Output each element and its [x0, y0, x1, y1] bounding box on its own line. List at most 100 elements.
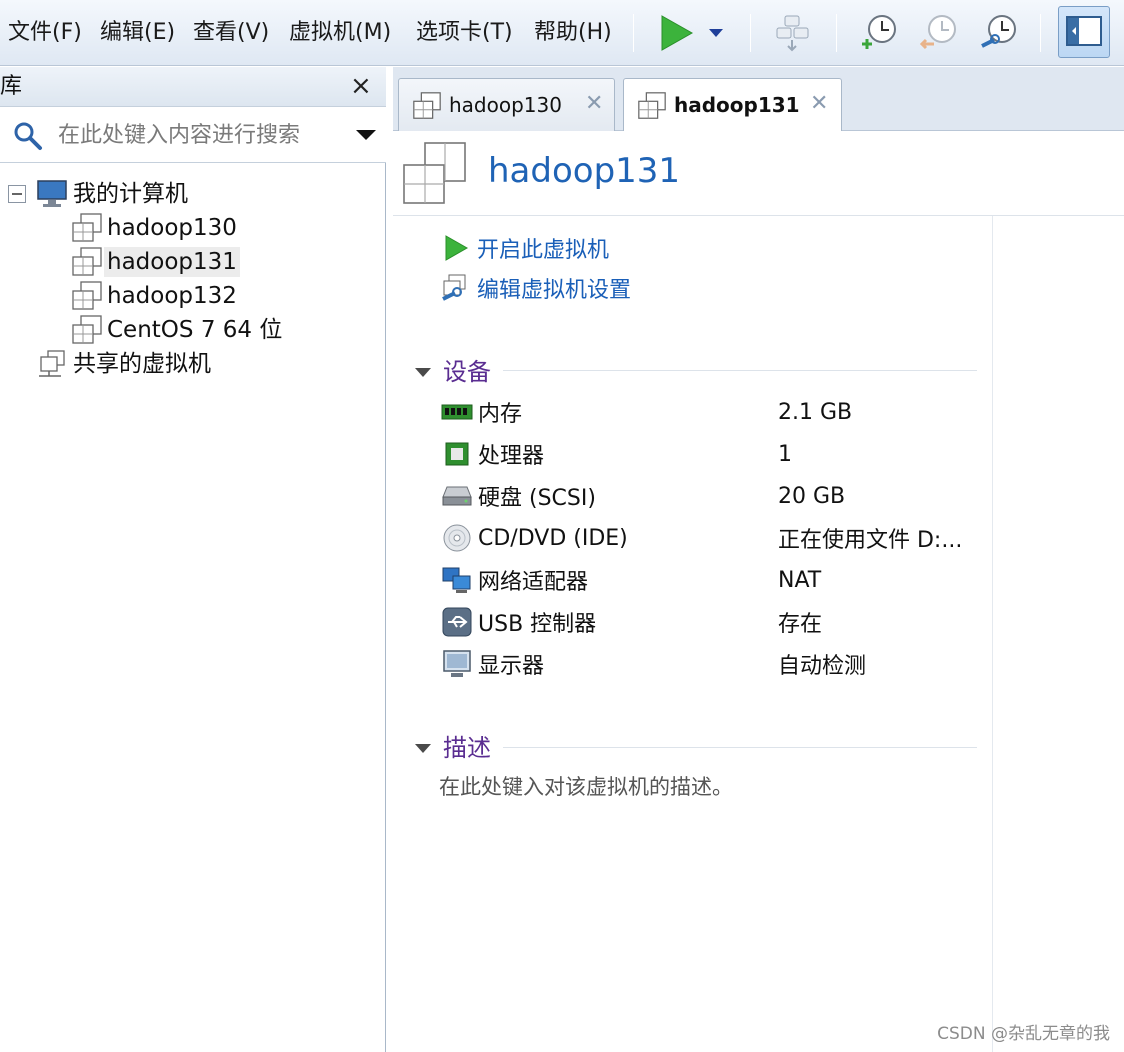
snapshot-take-icon[interactable]: [858, 12, 900, 54]
device-row-network[interactable]: 网络适配器 NAT: [441, 564, 981, 596]
devices-section-header[interactable]: 设备: [415, 357, 491, 387]
power-on-vm-link[interactable]: 开启此虚拟机: [441, 232, 609, 264]
menu-view[interactable]: 查看(V): [193, 18, 269, 48]
search-dropdown-icon[interactable]: [354, 127, 378, 143]
devices-divider: [503, 370, 977, 371]
menu-tabs[interactable]: 选项卡(T): [416, 18, 513, 48]
device-value: 2.1 GB: [778, 399, 853, 425]
right-column-divider: [992, 216, 993, 1052]
power-on-label: 开启此虚拟机: [477, 238, 610, 263]
library-close-button[interactable]: ×: [350, 71, 372, 101]
vm-icon: [72, 247, 102, 276]
tree-label-vm: hadoop131: [104, 247, 240, 277]
play-icon: [445, 235, 469, 261]
edit-settings-label: 编辑虚拟机设置: [477, 278, 632, 303]
dropdown-arrow-icon[interactable]: [700, 12, 732, 54]
library-toggle-icon: [1066, 16, 1102, 46]
library-title: 库: [0, 74, 23, 99]
description-title: 描述: [443, 734, 491, 762]
network-adapter-icon: [442, 567, 471, 593]
device-value: 自动检测: [778, 654, 867, 679]
cd-dvd-icon: [443, 524, 471, 552]
vm-large-icon: [403, 142, 466, 204]
device-value: 正在使用文件 D:...: [778, 528, 963, 553]
tree-item-hadoop130[interactable]: hadoop130: [70, 212, 240, 244]
device-name: 处理器: [478, 444, 545, 469]
menu-edit[interactable]: 编辑(E): [100, 18, 175, 48]
vm-icon: [72, 213, 102, 242]
collapse-arrow-icon: [415, 743, 431, 753]
device-name: CD/DVD (IDE): [478, 525, 628, 551]
vm-icon: [72, 315, 102, 344]
device-name: 网络适配器: [478, 570, 589, 595]
toolbar-separator: [836, 14, 837, 52]
tree-node-my-computer[interactable]: 我的计算机: [8, 178, 191, 210]
search-icon: [14, 122, 42, 150]
collapse-icon[interactable]: [8, 185, 26, 203]
tree-label-vm: CentOS 7 64 位: [107, 317, 283, 343]
menu-file[interactable]: 文件(F): [8, 18, 82, 48]
device-value: 20 GB: [778, 483, 846, 509]
collapse-arrow-icon: [415, 367, 431, 377]
settings-wrench-icon: [442, 274, 466, 301]
tab-hadoop130[interactable]: hadoop130 ✕: [398, 78, 615, 132]
description-divider: [503, 747, 977, 748]
menu-vm[interactable]: 虚拟机(M): [289, 18, 391, 48]
header-divider: [393, 215, 1124, 216]
device-name: 硬盘 (SCSI): [478, 486, 596, 511]
devices-title: 设备: [443, 358, 491, 386]
device-row-cd-dvd[interactable]: CD/DVD (IDE) 正在使用文件 D:...: [441, 522, 981, 554]
play-icon[interactable]: [656, 12, 698, 54]
harddisk-icon: [442, 486, 472, 506]
library-toggle-button[interactable]: [1058, 6, 1110, 58]
tree-label-vm: hadoop130: [107, 215, 237, 241]
processor-icon: [445, 442, 469, 466]
watermark: CSDN @杂乱无章的我: [937, 1024, 1110, 1044]
device-value: NAT: [778, 567, 822, 593]
usb-icon: [442, 607, 472, 637]
device-name: 内存: [478, 402, 523, 427]
device-value: 存在: [778, 612, 823, 637]
search-input[interactable]: [58, 118, 338, 152]
device-name: 显示器: [478, 654, 545, 679]
device-value: 1: [778, 441, 792, 467]
device-row-display[interactable]: 显示器 自动检测: [441, 648, 981, 680]
tree-node-shared-vms[interactable]: 共享的虚拟机: [36, 348, 214, 380]
toolbar-separator: [633, 14, 634, 52]
tab-label: hadoop130: [449, 93, 562, 117]
tree-item-centos[interactable]: CentOS 7 64 位: [70, 314, 285, 346]
tree-item-hadoop131[interactable]: hadoop131: [70, 246, 240, 278]
display-icon: [443, 650, 471, 677]
menu-help[interactable]: 帮助(H): [534, 18, 612, 48]
device-name: USB 控制器: [478, 612, 597, 637]
send-keys-icon[interactable]: [772, 12, 814, 54]
snapshot-revert-icon[interactable]: [918, 12, 960, 54]
device-row-harddisk[interactable]: 硬盘 (SCSI) 20 GB: [441, 480, 981, 512]
edit-vm-settings-link[interactable]: 编辑虚拟机设置: [441, 272, 631, 304]
library-pane: 库 × 我的计算机 hadoop130: [0, 67, 386, 1052]
tree-item-hadoop132[interactable]: hadoop132: [70, 280, 240, 312]
tree-label-shared-vms: 共享的虚拟机: [73, 351, 211, 377]
vm-icon: [638, 92, 666, 119]
snapshot-manager-icon[interactable]: [978, 12, 1020, 54]
device-row-memory[interactable]: 内存 2.1 GB: [441, 396, 981, 428]
device-row-usb[interactable]: USB 控制器 存在: [441, 606, 981, 638]
description-placeholder[interactable]: 在此处键入对该虚拟机的描述。: [439, 771, 733, 801]
toolbar-separator: [1040, 14, 1041, 52]
vm-icon: [413, 92, 441, 119]
tab-label: hadoop131: [674, 93, 800, 117]
vm-summary-page: hadoop131 开启此虚拟机 编辑虚拟机设置 设备 内存 2.1 GB 处理…: [393, 131, 1124, 1052]
tab-strip: hadoop130 ✕ hadoop131 ✕: [393, 67, 1124, 133]
tab-hadoop131[interactable]: hadoop131 ✕: [623, 78, 842, 133]
library-search: [0, 107, 386, 163]
tab-close-button[interactable]: ✕: [810, 91, 828, 117]
toolbar-separator: [750, 14, 751, 52]
tree-label-vm: hadoop132: [107, 283, 237, 309]
device-row-processor[interactable]: 处理器 1: [441, 438, 981, 470]
library-header: 库 ×: [0, 67, 386, 107]
menu-bar: 文件(F) 编辑(E) 查看(V) 虚拟机(M) 选项卡(T) 帮助(H): [0, 0, 1124, 66]
computer-icon: [37, 180, 67, 207]
memory-icon: [441, 404, 473, 420]
description-section-header[interactable]: 描述: [415, 733, 491, 763]
tab-close-button[interactable]: ✕: [585, 91, 603, 117]
